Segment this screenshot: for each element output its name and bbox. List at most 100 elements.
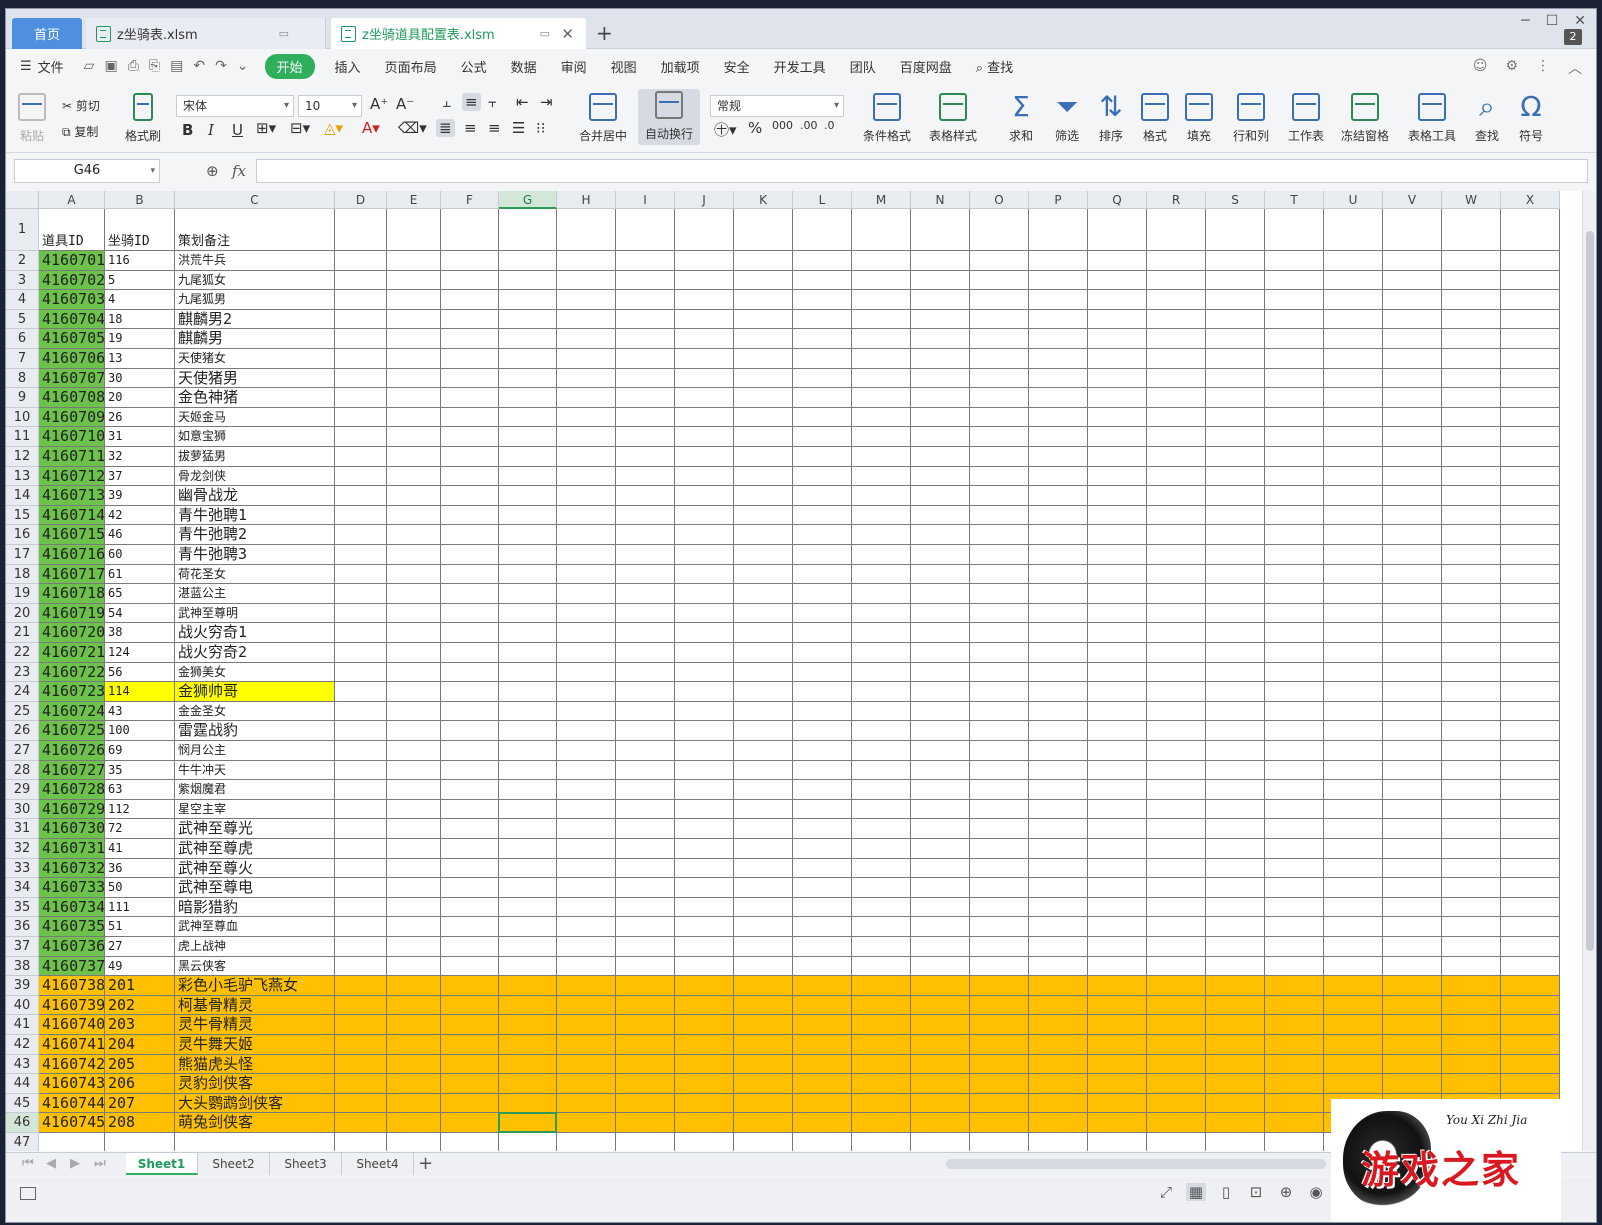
cell[interactable] [335,1133,387,1151]
cell[interactable] [1147,466,1206,487]
cell[interactable] [499,799,557,820]
cell[interactable] [1324,937,1383,957]
mount-id-cell[interactable]: 201 [105,976,175,996]
cell[interactable] [557,623,616,643]
cell[interactable] [499,643,557,663]
row-header-39[interactable]: 39 [6,976,39,996]
cell[interactable] [734,486,793,506]
cell[interactable] [1324,447,1383,467]
cell[interactable] [1206,721,1265,741]
cell[interactable] [1383,701,1442,722]
column-header-p[interactable]: P [1029,191,1088,209]
design-note-cell[interactable]: 武神至尊明 [175,603,335,624]
cell[interactable] [970,309,1029,330]
cell[interactable] [734,466,793,487]
cell[interactable] [1383,270,1442,291]
item-id-cell[interactable]: 4160742 [39,1054,105,1075]
cell[interactable] [675,525,734,545]
sum-button[interactable]: Σ 求和 [996,91,1046,144]
cell[interactable] [1029,309,1088,330]
cell[interactable] [499,329,557,349]
cell[interactable] [852,682,911,702]
cell[interactable] [734,701,793,722]
cell[interactable] [335,525,387,545]
design-note-cell[interactable]: 荷花圣女 [175,564,335,585]
row-header-33[interactable]: 33 [6,858,39,879]
column-header-a[interactable]: A [39,191,105,209]
print-preview-icon[interactable]: ▤ [170,58,183,74]
cell[interactable] [675,799,734,820]
cell[interactable] [1442,1054,1501,1075]
cell[interactable] [1206,1054,1265,1075]
item-id-cell[interactable]: 4160737 [39,956,105,977]
cell[interactable] [1265,505,1324,526]
design-note-cell[interactable]: 黑云侠客 [175,956,335,977]
cell[interactable] [1383,564,1442,585]
cell[interactable] [970,799,1029,820]
cell[interactable] [335,741,387,761]
cell[interactable] [1383,858,1442,879]
cell[interactable] [1265,976,1324,996]
cell[interactable] [734,799,793,820]
print-icon[interactable]: ⎘ [149,58,160,74]
cell[interactable] [1383,760,1442,781]
cell[interactable] [1383,1035,1442,1055]
cell[interactable] [734,937,793,957]
cell[interactable] [616,447,675,467]
cell[interactable] [335,1015,387,1035]
more-icon[interactable]: ⋮ [1536,58,1550,78]
cell[interactable] [1206,309,1265,330]
tab-file-mount-item-config[interactable]: z坐骑道具配置表.xlsm ▭ ✕ [331,18,586,49]
cell[interactable] [616,1015,675,1035]
cell[interactable] [441,897,499,918]
cell[interactable] [1147,427,1206,447]
cell[interactable] [1501,956,1560,977]
column-header-o[interactable]: O [970,191,1029,209]
row-header-32[interactable]: 32 [6,839,39,859]
cell[interactable] [1324,505,1383,526]
design-note-cell[interactable]: 星空主宰 [175,799,335,820]
design-note-cell[interactable]: 青牛弛聘1 [175,505,335,526]
cell[interactable] [1206,1035,1265,1055]
cell[interactable] [335,368,387,389]
cell[interactable] [911,799,970,820]
cell[interactable] [1501,976,1560,996]
cell[interactable] [557,1015,616,1035]
cell[interactable] [1206,505,1265,526]
cell[interactable] [1147,682,1206,702]
cell[interactable] [1442,368,1501,389]
cell[interactable] [387,427,441,447]
increase-decimal-icon[interactable]: .00 [800,119,818,132]
row-header-24[interactable]: 24 [6,682,39,702]
item-id-cell[interactable]: 4160744 [39,1093,105,1114]
cell[interactable] [911,760,970,781]
cell[interactable] [1029,466,1088,487]
row-header-20[interactable]: 20 [6,603,39,624]
cell[interactable] [1265,329,1324,349]
cell[interactable] [1501,701,1560,722]
cell[interactable] [557,1035,616,1055]
cell[interactable] [852,209,911,251]
cell[interactable] [441,427,499,447]
cell[interactable] [335,427,387,447]
cell[interactable] [1029,290,1088,310]
design-note-cell[interactable]: 武神至尊电 [175,878,335,898]
design-note-cell[interactable]: 武神至尊火 [175,858,335,879]
cell[interactable] [1147,741,1206,761]
cell[interactable] [1206,209,1265,251]
cell[interactable] [1147,1015,1206,1035]
cell[interactable] [387,1093,441,1114]
cell[interactable] [335,1113,387,1133]
cell[interactable] [852,584,911,604]
cell[interactable] [1442,721,1501,741]
cell[interactable] [1442,349,1501,369]
cell[interactable] [793,643,852,663]
mount-id-cell[interactable]: 205 [105,1054,175,1075]
cell[interactable] [675,1054,734,1075]
mount-id-cell[interactable]: 207 [105,1093,175,1114]
design-note-cell[interactable]: 战火穷奇2 [175,643,335,663]
cell[interactable] [1324,1015,1383,1035]
cell[interactable] [1501,368,1560,389]
cell[interactable] [1442,662,1501,683]
cell[interactable] [105,1133,175,1151]
